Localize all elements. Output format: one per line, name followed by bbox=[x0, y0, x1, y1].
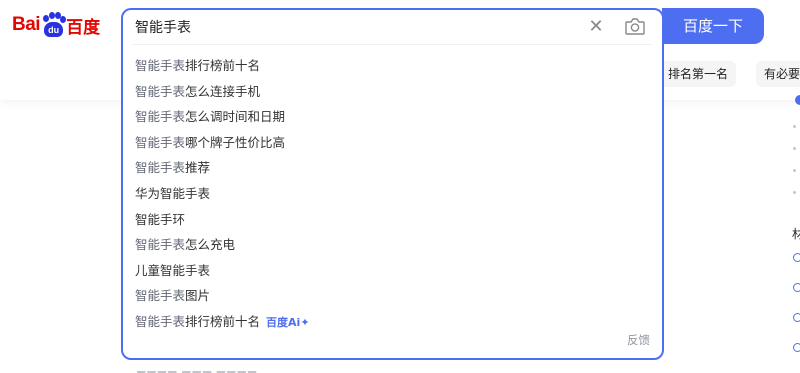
suggestion-item[interactable]: 儿童智能手表 bbox=[123, 258, 662, 284]
suggestion-completion: 排行榜前十名 bbox=[185, 313, 261, 329]
ring-icon[interactable] bbox=[793, 283, 800, 292]
suggestion-query: 智能手表 bbox=[135, 237, 186, 253]
suggestion-completion: 排行榜前十名 bbox=[185, 58, 261, 73]
bullet-dot bbox=[793, 125, 796, 128]
suggestion-completion: 怎么充电 bbox=[185, 237, 236, 253]
suggestion-query: 智能手表 bbox=[135, 160, 186, 176]
search-input[interactable] bbox=[135, 10, 575, 44]
suggestion-item[interactable]: 智能手表图片 bbox=[123, 283, 662, 309]
related-chip-1[interactable]: 排名第一名 bbox=[660, 61, 737, 87]
underlying-result-peek: ▬▬▬▬ ▬▬▬ ▬▬▬▬ bbox=[136, 366, 258, 373]
ring-icon[interactable] bbox=[793, 253, 800, 262]
suggestion-item[interactable]: 华为智能手表 bbox=[123, 181, 662, 207]
suggestion-query: 智能手表 bbox=[135, 83, 186, 99]
suggestion-query: 智能手表 bbox=[135, 109, 186, 125]
feedback-link[interactable]: 反馈 bbox=[627, 332, 650, 348]
bullet-dot bbox=[793, 191, 796, 194]
suggestion-item[interactable]: 智能手表哪个牌子性价比高 bbox=[123, 130, 662, 156]
ring-icon[interactable] bbox=[793, 313, 800, 322]
suggestion-completion: 哪个牌子性价比高 bbox=[185, 134, 286, 150]
logo-text-bai: Bai bbox=[12, 14, 41, 35]
baidu-ai-badge[interactable]: 百度Ai✦ bbox=[266, 310, 310, 336]
suggestion-completion: 华为智能手表 bbox=[135, 185, 211, 201]
suggestion-item[interactable]: 智能手表怎么连接手机 bbox=[123, 79, 662, 105]
suggestion-query: 智能手表 bbox=[135, 134, 186, 150]
paw-icon: du bbox=[41, 12, 67, 38]
clear-icon[interactable]: ✕ bbox=[585, 16, 607, 38]
suggestion-item[interactable]: 智能手环 bbox=[123, 207, 662, 233]
bullet-dot bbox=[793, 147, 796, 150]
suggestion-item[interactable]: 智能手表推荐 bbox=[123, 155, 662, 181]
logo-text-du: du bbox=[44, 22, 64, 37]
suggestion-list: 智能手表排行榜前十名 智能手表怎么连接手机 智能手表怎么调时间和日期 智能手表哪个牌子… bbox=[123, 53, 662, 335]
right-column-heading: 材 bbox=[792, 227, 800, 241]
related-chip-2[interactable]: 有必要 bbox=[756, 61, 800, 87]
suggestion-query: 智能手表 bbox=[135, 288, 186, 304]
input-divider bbox=[133, 44, 652, 45]
suggestion-completion: 儿童智能手表 bbox=[135, 262, 211, 278]
suggestion-item[interactable]: 智能手表怎么调时间和日期 bbox=[123, 104, 662, 130]
search-box: ✕ 智能手表排行榜前十名智能手表怎么连接手机智能手表怎么调时间和日期智能手表哪个… bbox=[121, 8, 664, 360]
bullet-dot bbox=[793, 169, 796, 172]
logo-text-baidu: 百度 bbox=[66, 17, 101, 38]
suggestion-item[interactable]: 智能手表排行榜前十名 百度Ai✦ bbox=[123, 309, 662, 335]
suggestion-completion: 怎么连接手机 bbox=[185, 83, 261, 99]
suggestion-completion: 智能手环 bbox=[135, 211, 186, 227]
baidu-logo[interactable]: Bai du 百度 bbox=[12, 10, 100, 40]
suggestion-item[interactable]: 智能手表怎么充电 bbox=[123, 232, 662, 258]
ring-icon[interactable] bbox=[793, 343, 800, 352]
suggestion-completion: 怎么调时间和日期 bbox=[185, 109, 286, 125]
suggestion-query: 智能手表 bbox=[135, 58, 186, 73]
suggestion-completion: 图片 bbox=[185, 288, 211, 304]
suggestion-query: 智能手表 bbox=[135, 313, 186, 329]
camera-icon[interactable] bbox=[623, 16, 647, 38]
suggestion-completion: 推荐 bbox=[185, 160, 211, 176]
right-column-dot-icon bbox=[795, 95, 800, 105]
search-button[interactable]: 百度一下 bbox=[662, 8, 764, 44]
suggestion-item[interactable]: 智能手表排行榜前十名 bbox=[123, 53, 662, 79]
